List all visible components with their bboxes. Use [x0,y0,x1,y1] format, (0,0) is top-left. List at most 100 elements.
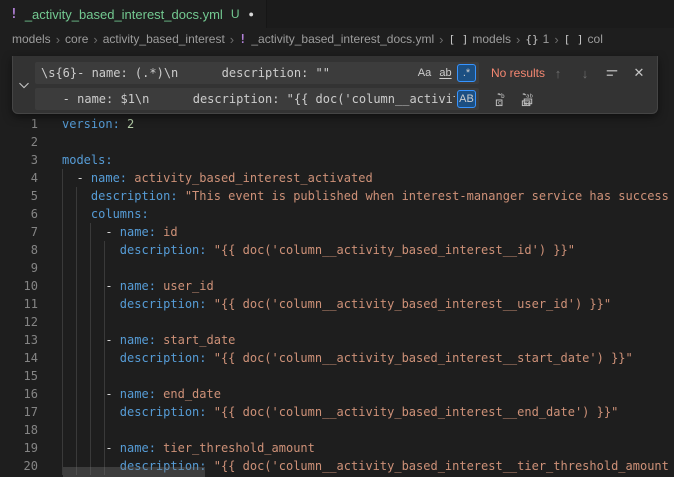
toggle-replace-chevron-down-icon[interactable] [16,77,32,93]
code-line-5[interactable]: description: "This event is published wh… [62,187,669,205]
code-line-2[interactable] [62,133,669,151]
token: - [62,171,91,185]
line-number: 18 [0,421,38,439]
breadcrumb-label: activity_based_interest [103,32,225,46]
line-number: 9 [0,259,38,277]
token: "{{ doc('column__activity_based_interest… [207,351,633,365]
token: description: [120,405,207,419]
breadcrumb-separator-icon: › [93,32,97,47]
indent-guide [90,223,91,475]
token: user_id [156,279,214,293]
replace-value-text: - name: $1\n description: "{{ doc('colum… [41,92,455,106]
next-match-arrow-down-icon[interactable]: ↓ [575,63,595,83]
line-number: 11 [0,295,38,313]
line-number: 4 [0,169,38,187]
code-line-6[interactable]: columns: [62,205,669,223]
match-case-toggle[interactable]: Aa [415,64,434,82]
token: models: [62,153,113,167]
code-line-16[interactable]: - name: end_date [62,385,669,403]
find-row: \s{6}- name: (.*)\n description: "" Aa a… [35,62,651,84]
code-line-3[interactable]: models: [62,151,669,169]
breadcrumb-label: 1 [543,32,550,46]
breadcrumb-item-1[interactable]: {}1 [525,32,549,46]
token: "This event is published when interest-m… [178,189,669,203]
line-number-gutter: 1234567891011121314151617181920 [0,115,38,475]
token: name: [120,333,156,347]
breadcrumb-item--activity-based-interest-docs-yml[interactable]: ! _activity_based_interest_docs.yml [239,32,434,46]
find-in-selection-icon[interactable] [602,63,622,83]
regex-toggle[interactable]: .* [457,64,476,82]
breadcrumb-label: models [472,32,511,46]
line-number: 20 [0,457,38,475]
replace-all-icon[interactable]: ab ac [517,89,537,109]
token: end_date [156,387,221,401]
previous-match-arrow-up-icon[interactable]: ↑ [548,63,568,83]
replace-input[interactable]: - name: $1\n description: "{{ doc('colum… [35,88,479,110]
unsaved-dot-icon[interactable]: ● [249,9,254,19]
indent-guide [104,241,105,475]
code-line-9[interactable] [62,259,669,277]
breadcrumb-separator-icon: › [56,32,60,47]
token: tier_threshold_amount [156,441,315,455]
whole-word-toggle[interactable]: ab [436,64,455,82]
line-number: 13 [0,331,38,349]
token: name: [91,171,127,185]
token: name: [120,387,156,401]
breadcrumb-separator-icon: › [554,32,558,47]
breadcrumb-label: core [65,32,88,46]
code-line-17[interactable]: description: "{{ doc('column__activity_b… [62,403,669,421]
editor-pane[interactable]: 1234567891011121314151617181920 version:… [0,50,674,477]
code-line-8[interactable]: description: "{{ doc('column__activity_b… [62,241,669,259]
code-line-10[interactable]: - name: user_id [62,277,669,295]
code-line-4[interactable]: - name: activity_based_interest_activate… [62,169,669,187]
horizontal-scrollbar[interactable] [63,467,205,477]
line-number: 1 [0,115,38,133]
svg-text:b: b [501,93,505,100]
replace-actions: b c ab ac [491,89,537,109]
find-results-status: No results [491,66,545,80]
preserve-case-toggle[interactable]: AB [457,90,476,108]
replace-icon[interactable]: b c [491,89,511,109]
code-line-19[interactable]: - name: tier_threshold_amount [62,439,669,457]
code-line-15[interactable] [62,367,669,385]
breadcrumb-label: models [12,32,51,46]
find-input[interactable]: \s{6}- name: (.*)\n description: "" Aa a… [35,62,479,84]
code-line-12[interactable] [62,313,669,331]
breadcrumb-item-core[interactable]: core [65,32,88,46]
line-number: 5 [0,187,38,205]
code-line-7[interactable]: - name: id [62,223,669,241]
indent-guide [62,169,63,475]
find-actions: ↑ ↓ ✕ [548,63,651,83]
breadcrumb-item-col[interactable]: [ ]col [564,32,603,46]
token: name: [120,279,156,293]
close-icon[interactable]: ✕ [629,63,649,83]
line-number: 14 [0,349,38,367]
token: 2 [127,117,134,131]
breadcrumb-label: _activity_based_interest_docs.yml [251,32,434,46]
code-line-18[interactable] [62,421,669,439]
breadcrumb-item-models[interactable]: [ ] models [448,32,511,46]
breadcrumb-separator-icon: › [230,32,234,47]
code-line-11[interactable]: description: "{{ doc('column__activity_b… [62,295,669,313]
token: activity_based_interest_activated [127,171,373,185]
line-number: 2 [0,133,38,151]
breadcrumb-item-models[interactable]: models [12,32,51,46]
token: start_date [156,333,235,347]
code-line-1[interactable]: version: 2 [62,115,669,133]
token: version: [62,117,120,131]
code-line-14[interactable]: description: "{{ doc('column__activity_b… [62,349,669,367]
replace-row: - name: $1\n description: "{{ doc('colum… [35,88,651,110]
tab-activity-based-interest-docs[interactable]: ! _activity_based_interest_docs.yml U ● [0,0,267,28]
line-number: 6 [0,205,38,223]
symbol-icon: [ ] [448,33,468,46]
token: description: [120,243,207,257]
token: "{{ doc('column__activity_based_interest… [207,297,612,311]
token: name: [120,225,156,239]
breadcrumb-item-activity-based-interest[interactable]: activity_based_interest [103,32,225,46]
code-content[interactable]: version: 2 models: - name: activity_based… [62,115,669,475]
yaml-file-icon: ! [10,7,18,22]
code-line-13[interactable]: - name: start_date [62,331,669,349]
token: description: [120,297,207,311]
yaml-file-icon: ! [239,32,246,46]
tab-bar: ! _activity_based_interest_docs.yml U ● [0,0,674,28]
